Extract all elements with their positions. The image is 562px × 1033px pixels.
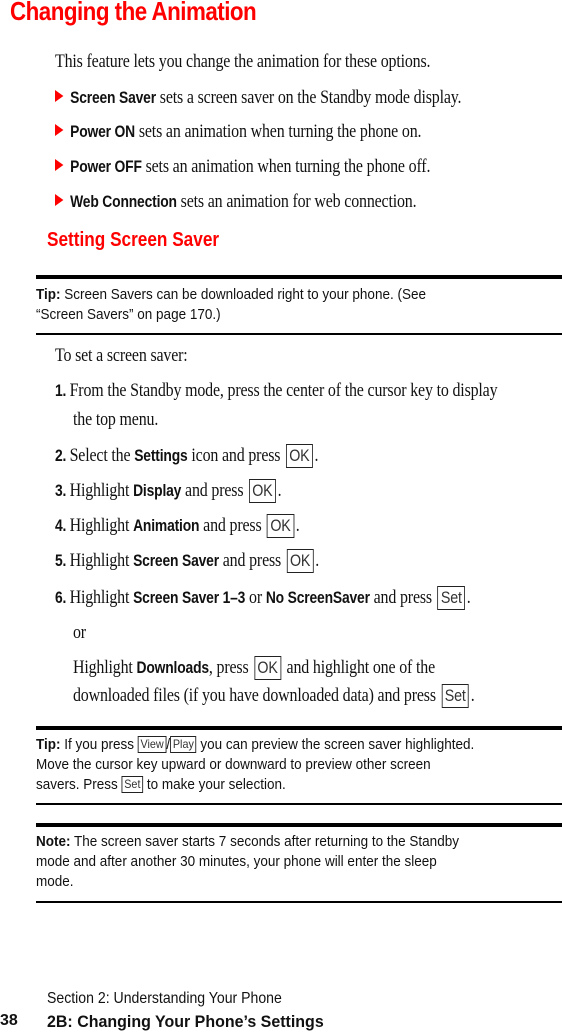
- steps-intro: To set a screen saver:: [55, 345, 188, 366]
- set-key-icon: Set: [441, 684, 470, 708]
- bullet-arrow-icon: [55, 159, 64, 171]
- bullet-arrow-icon: [55, 124, 64, 136]
- bullet-web-connection: Web Connection sets an animation for web…: [55, 191, 417, 213]
- view-key-icon: View: [137, 736, 167, 753]
- bullet-power-on: Power ON sets an animation when turning …: [55, 121, 422, 143]
- step-3: 3. Highlight Display and press OK.: [55, 479, 282, 503]
- bullet-arrow-icon: [55, 194, 64, 206]
- tip2-bottom-rule: [36, 803, 562, 805]
- ok-key-icon: OK: [254, 656, 282, 680]
- note-bottom-rule: [36, 901, 562, 903]
- bullet-screen-saver: Screen Saver sets a screen saver on the …: [55, 87, 462, 109]
- ok-key-icon: OK: [285, 444, 313, 468]
- tip-top-rule: [36, 275, 562, 279]
- ok-key-icon: OK: [286, 549, 314, 573]
- ok-key-icon: OK: [248, 479, 276, 503]
- tip-box: Tip: Screen Savers can be downloaded rig…: [36, 286, 426, 323]
- step-1: 1. From the Standby mode, press the cente…: [55, 380, 498, 401]
- play-key-icon: Play: [170, 736, 197, 753]
- section-heading: Setting Screen Saver: [47, 229, 220, 251]
- step-1-continued: the top menu.: [73, 409, 159, 430]
- alt-step-continued: downloaded files (if you have downloaded…: [73, 684, 475, 708]
- alt-step: Highlight Downloads, press OK and highli…: [73, 656, 436, 680]
- step-4: 4. Highlight Animation and press OK.: [55, 514, 300, 538]
- ok-key-icon: OK: [267, 514, 295, 538]
- step-6: 6. Highlight Screen Saver 1–3 or No Scree…: [55, 586, 471, 610]
- set-key-icon: Set: [121, 776, 144, 793]
- alt-or: or: [73, 622, 86, 643]
- step-5: 5. Highlight Screen Saver and press OK.: [55, 549, 320, 573]
- intro-text: This feature lets you change the animati…: [55, 51, 431, 72]
- tip2-top-rule: [36, 726, 562, 730]
- set-key-icon: Set: [437, 586, 466, 610]
- footer-chapter: 2B: Changing Your Phone’s Settings: [47, 1012, 324, 1031]
- page-number: 38: [0, 1012, 18, 1029]
- step-2: 2. Select the Settings icon and press OK.: [55, 444, 319, 468]
- tip-bottom-rule: [36, 333, 562, 335]
- bullet-power-off: Power OFF sets an animation when turning…: [55, 156, 430, 178]
- note-box: Note: The screen saver starts 7 seconds …: [36, 833, 459, 890]
- bullet-arrow-icon: [55, 90, 64, 102]
- note-top-rule: [36, 823, 562, 827]
- footer-section: Section 2: Understanding Your Phone: [47, 990, 282, 1007]
- page-title: Changing the Animation: [10, 0, 257, 26]
- tip2-box: Tip: If you press View / Play you can prev…: [36, 736, 475, 793]
